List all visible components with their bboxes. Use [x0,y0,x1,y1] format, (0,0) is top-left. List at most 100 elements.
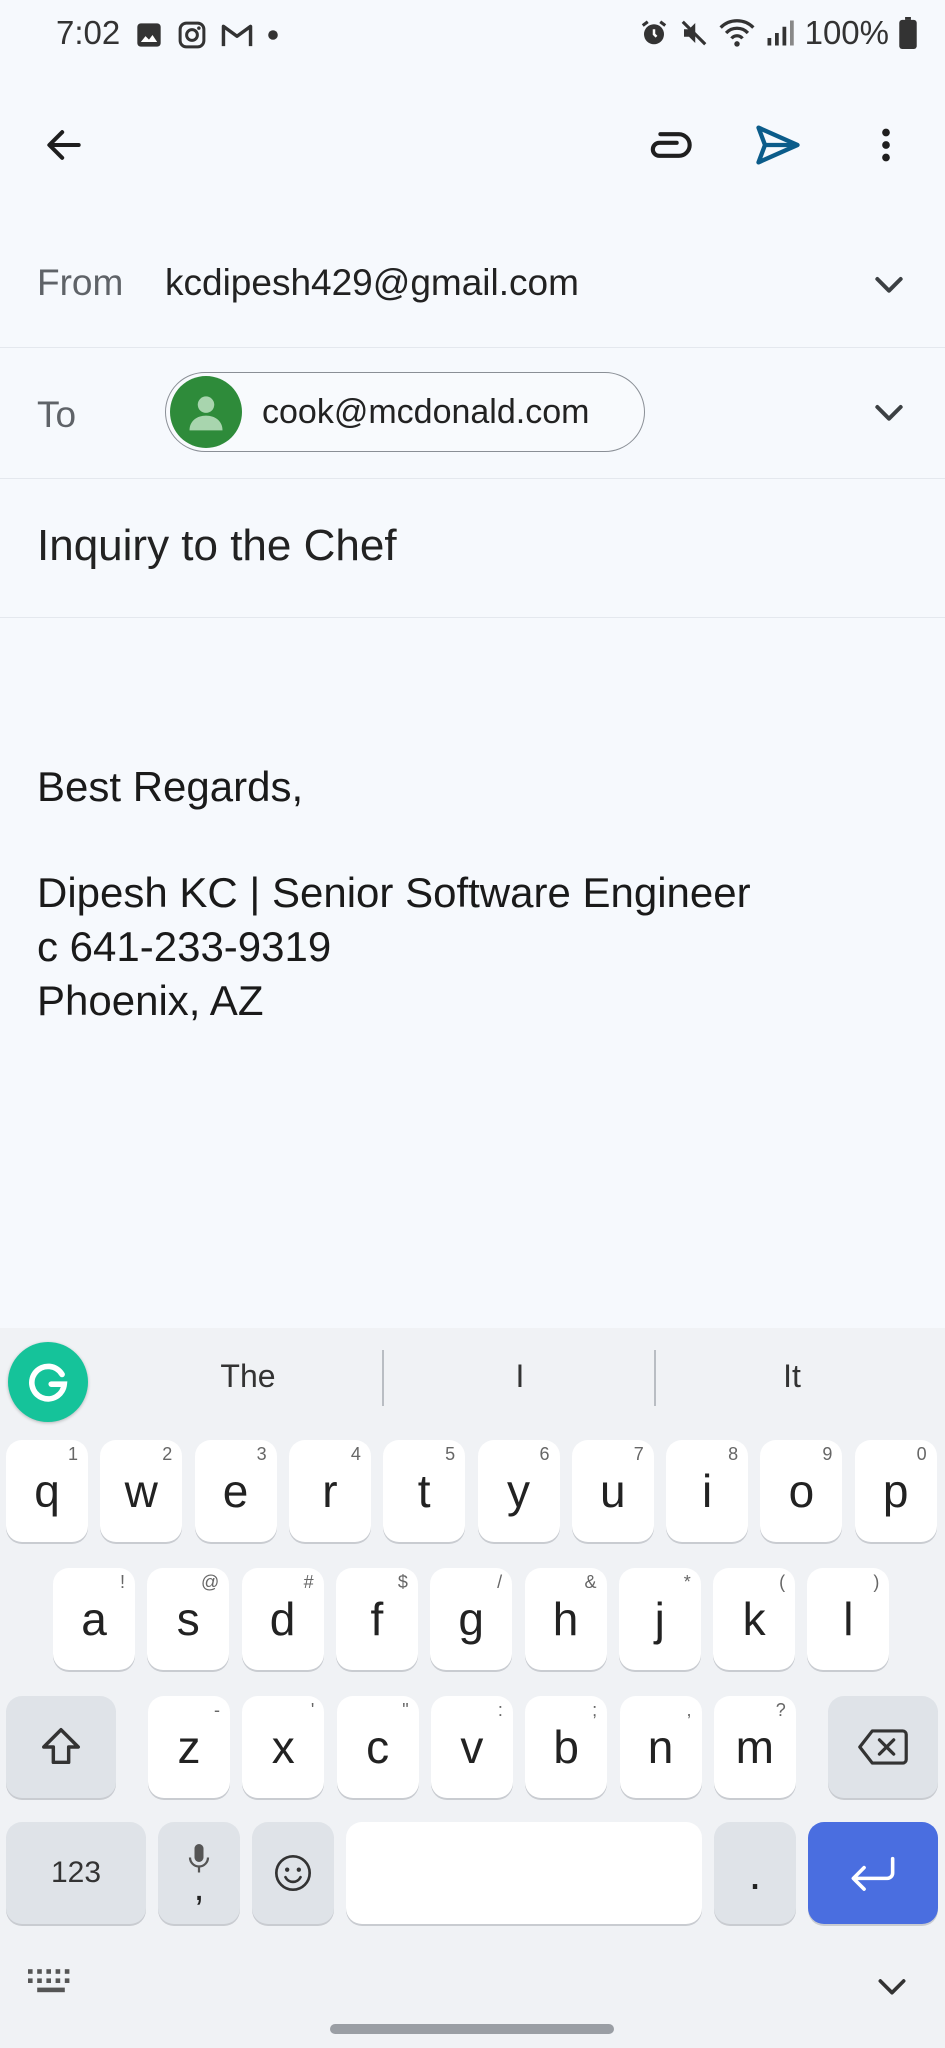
shift-icon [42,1728,80,1765]
mute-icon [681,20,706,46]
key-hint: : [497,1700,503,1720]
dot-icon [268,30,278,40]
key-t[interactable]: 5t [383,1440,466,1542]
comma-label: , [193,1867,205,1909]
suggestion-bar: The I It [0,1328,945,1428]
key-hint: @ [201,1572,220,1592]
key-label: q [34,1465,60,1517]
recipient-email: cook@mcdonald.com [262,392,590,431]
key-label: s [176,1593,200,1645]
key-hint: 4 [350,1444,361,1464]
key-label: l [843,1593,854,1645]
body-line: Dipesh KC | Senior Software Engineer [37,869,751,916]
email-body[interactable]: Best Regards, Dipesh KC | Senior Softwar… [37,760,917,1028]
key-f[interactable]: $ f [335,1568,418,1670]
key-e[interactable]: 3e [194,1440,277,1542]
key-u[interactable]: 7u [571,1440,654,1542]
space-key[interactable] [346,1822,702,1924]
key-j[interactable]: * j [618,1568,701,1670]
enter-key[interactable] [808,1822,938,1924]
key-hint: 7 [633,1444,644,1464]
person-icon [189,396,223,431]
to-row[interactable]: To cook@mcdonald.com [0,348,945,479]
gesture-handle [330,2024,614,2034]
hide-keyboard-chevron-icon[interactable] [870,1966,914,2006]
key-hint: " [402,1700,409,1720]
suggestion-word[interactable]: I [420,1358,620,1395]
key-label: c [366,1721,390,1773]
backspace-icon [858,1729,908,1765]
keyboard-bottom-bar [0,1950,945,2048]
key-o[interactable]: 9o [760,1440,843,1542]
period-key[interactable]: . [714,1822,796,1924]
key-label: u [600,1465,626,1517]
key-z[interactable]: -z [148,1696,230,1798]
more-options-button[interactable] [846,105,926,185]
key-hint: 0 [916,1444,927,1464]
key-h[interactable]: & h [524,1568,607,1670]
from-address[interactable]: kcdipesh429@gmail.com [165,262,579,304]
chevron-down-icon[interactable] [869,264,909,304]
signal-icon [767,20,794,46]
key-d[interactable]: # d [241,1568,324,1670]
key-p[interactable]: 0p [854,1440,937,1542]
key-label: t [417,1465,431,1517]
key-x[interactable]: ' x [242,1696,325,1798]
key-hint: 1 [67,1444,78,1464]
keyboard: The I It 1 q 2 w 3 e 4 r 5 t 6 y 7 u 8 i 9 o 0 p! a @ s # d $ f / g &… [0,1328,945,2048]
key-n[interactable]: ,n [619,1696,702,1798]
key-g[interactable]: / g [430,1568,513,1670]
key-i[interactable]: 8i [666,1440,749,1542]
shift-key[interactable] [6,1696,116,1798]
key-l[interactable]: ) l [807,1568,890,1670]
send-button[interactable] [738,105,818,185]
alarm-icon [641,20,666,45]
subject-row[interactable]: Inquiry to the Chef [0,479,945,618]
from-row[interactable]: From kcdipesh429@gmail.com [0,222,945,348]
emoji-key[interactable] [252,1822,334,1924]
mic-comma-key[interactable]: , [158,1822,240,1924]
body-line: Best Regards, [37,763,304,810]
key-s[interactable]: @ s [147,1568,230,1670]
key-label: z [177,1721,201,1773]
chevron-down-icon[interactable] [869,392,909,432]
emoji-icon [275,1855,311,1891]
suggestion-word[interactable]: The [148,1358,348,1395]
status-system-icons: 100% [639,14,917,52]
enter-icon [851,1856,895,1891]
key-q[interactable]: 1q [6,1440,88,1542]
attach-button[interactable] [628,105,708,185]
key-label: i [701,1465,713,1517]
key-hint: 8 [728,1444,739,1464]
key-m[interactable]: ? m [713,1696,796,1798]
body-line-blank [37,814,917,866]
key-hint: # [303,1572,314,1592]
key-hint: ? [775,1700,786,1720]
keyboard-switch-icon[interactable] [28,1968,74,1998]
key-c[interactable]: " c [336,1696,419,1798]
subject-field[interactable]: Inquiry to the Chef [37,521,397,571]
back-button[interactable] [24,105,104,185]
back-arrow-icon [47,130,81,160]
key-w[interactable]: 2w [100,1440,183,1542]
key-label: a [81,1593,107,1645]
backspace-key[interactable] [828,1696,938,1798]
suggestion-word[interactable]: It [692,1358,892,1395]
key-hint: , [686,1700,692,1720]
grammarly-icon [29,1363,68,1402]
key-b[interactable]: ; b [525,1696,608,1798]
key-label: p [882,1465,909,1517]
suggestion-divider [382,1350,384,1406]
key-y[interactable]: 6y [477,1440,560,1542]
grammarly-button[interactable] [8,1342,88,1422]
key-a[interactable]: ! a [53,1568,135,1670]
key-label: k [742,1593,766,1645]
recipient-chip[interactable]: cook@mcdonald.com [165,372,645,452]
key-label: o [788,1465,815,1517]
wifi-icon [719,19,755,47]
numbers-key[interactable]: 123 [6,1822,146,1924]
key-k[interactable]: (k [713,1568,796,1670]
key-v[interactable]: :v [430,1696,513,1798]
key-r[interactable]: 4r [288,1440,371,1542]
key-hint: $ [397,1572,408,1592]
